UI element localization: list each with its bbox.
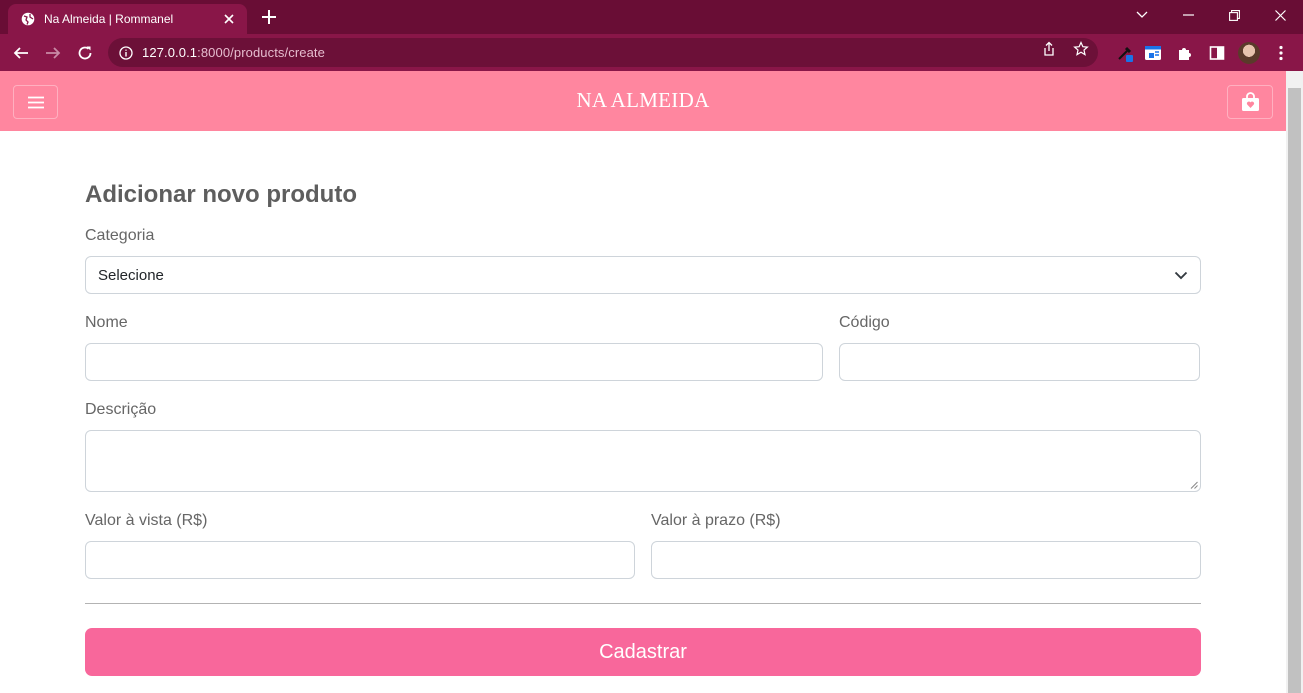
devtools-extension-icon[interactable] (1143, 43, 1163, 63)
forward-icon[interactable] (40, 40, 66, 66)
category-select[interactable]: Selecione (85, 256, 1201, 294)
form-divider (85, 603, 1201, 604)
site-header: NA ALMEIDA (0, 71, 1286, 131)
description-label: Descrição (85, 401, 157, 418)
back-icon[interactable] (8, 40, 34, 66)
globe-icon (20, 11, 36, 27)
share-icon[interactable] (1040, 40, 1058, 58)
url-host: 127.0.0.1 (142, 45, 198, 60)
term-price-label: Valor à prazo (R$) (651, 512, 781, 529)
code-label: Código (839, 314, 890, 331)
address-bar[interactable]: 127.0.0.1:8000/products/create (108, 38, 1098, 67)
browser-tab[interactable]: Na Almeida | Rommanel (8, 4, 247, 34)
tab-title: Na Almeida | Rommanel (44, 12, 174, 26)
minimize-icon[interactable] (1165, 0, 1211, 30)
brand-logo[interactable]: NA ALMEIDA (0, 88, 1286, 113)
resize-grip-icon[interactable] (1190, 481, 1198, 489)
tab-search-icon[interactable] (1119, 0, 1165, 30)
new-tab-button[interactable] (258, 6, 280, 28)
name-input[interactable] (85, 343, 823, 381)
eyedropper-extension-icon[interactable] (1115, 43, 1135, 63)
more-menu-icon[interactable] (1271, 43, 1291, 63)
side-panel-icon[interactable] (1207, 43, 1227, 63)
close-tab-icon[interactable] (221, 11, 237, 27)
description-textarea[interactable] (85, 430, 1201, 492)
cash-price-label: Valor à vista (R$) (85, 512, 208, 529)
name-label: Nome (85, 314, 128, 331)
submit-button[interactable]: Cadastrar (85, 628, 1201, 676)
site-info-icon[interactable] (118, 45, 134, 61)
code-input[interactable] (839, 343, 1200, 381)
shopping-bag-icon (1241, 92, 1259, 111)
extensions-puzzle-icon[interactable] (1175, 43, 1195, 63)
browser-tab-strip: Na Almeida | Rommanel (0, 0, 1303, 34)
close-window-icon[interactable] (1257, 0, 1303, 30)
browser-toolbar: 127.0.0.1:8000/products/create (0, 34, 1303, 71)
restore-icon[interactable] (1211, 0, 1257, 30)
page-scrollbar-thumb[interactable] (1288, 88, 1301, 693)
url-text: 127.0.0.1:8000/products/create (142, 45, 325, 60)
term-price-input[interactable] (651, 541, 1201, 579)
profile-avatar[interactable] (1238, 42, 1260, 64)
url-path: :8000/products/create (197, 45, 325, 60)
chevron-down-icon (1174, 271, 1188, 279)
cash-price-input[interactable] (85, 541, 635, 579)
reload-icon[interactable] (72, 40, 98, 66)
page-title: Adicionar novo produto (85, 181, 357, 208)
category-label: Categoria (85, 227, 155, 244)
bookmark-star-icon[interactable] (1072, 40, 1090, 58)
category-selected-value: Selecione (98, 266, 164, 284)
cart-button[interactable] (1227, 85, 1273, 119)
